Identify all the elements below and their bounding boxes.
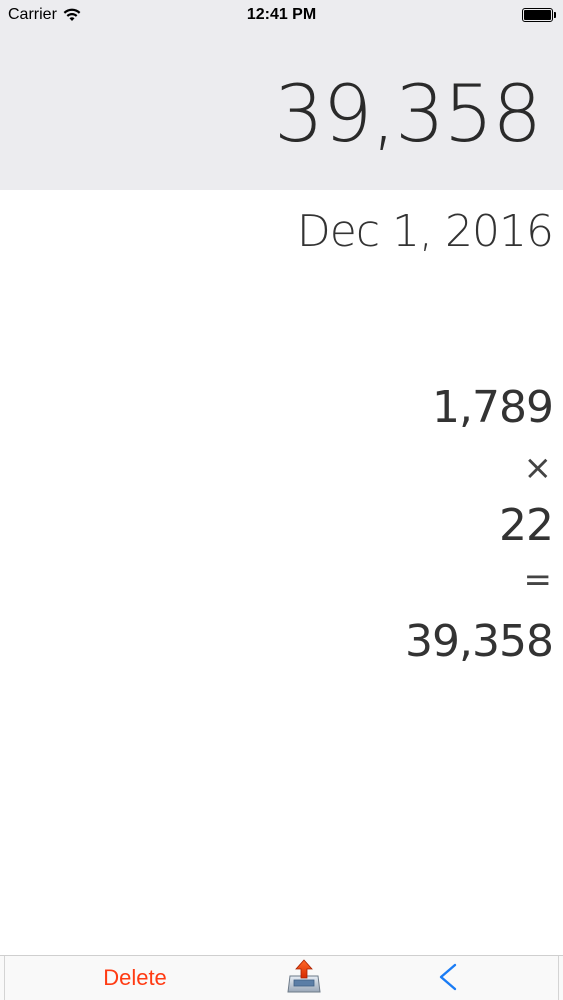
- share-tray-icon: [286, 958, 322, 999]
- bottom-toolbar: Delete: [0, 955, 563, 1000]
- history-operand-1: 1,789: [432, 382, 554, 433]
- battery-fill: [524, 10, 551, 20]
- history-result: 39,358: [405, 616, 554, 667]
- history-operand-2: 22: [499, 500, 554, 551]
- delete-button[interactable]: Delete: [90, 965, 180, 991]
- toolbar-edge-left: [4, 956, 5, 1000]
- history-equals: =: [523, 560, 552, 600]
- display-value: 39,358: [274, 70, 542, 160]
- battery-icon: [522, 8, 556, 22]
- toolbar-edge-right: [558, 956, 559, 1000]
- history-date: Dec 1, 2016: [296, 206, 554, 257]
- chevron-left-icon: [436, 962, 458, 995]
- result-display: 39,358: [0, 30, 563, 190]
- share-button[interactable]: [279, 956, 329, 1000]
- status-time: 12:41 PM: [246, 6, 317, 23]
- screen: Carrier 12:41 PM 39,358 Dec 1, 2016 1,78…: [0, 0, 563, 1000]
- history-operator: ×: [523, 448, 552, 488]
- status-bar: Carrier 12:41 PM: [0, 0, 563, 30]
- back-button[interactable]: [427, 956, 467, 1000]
